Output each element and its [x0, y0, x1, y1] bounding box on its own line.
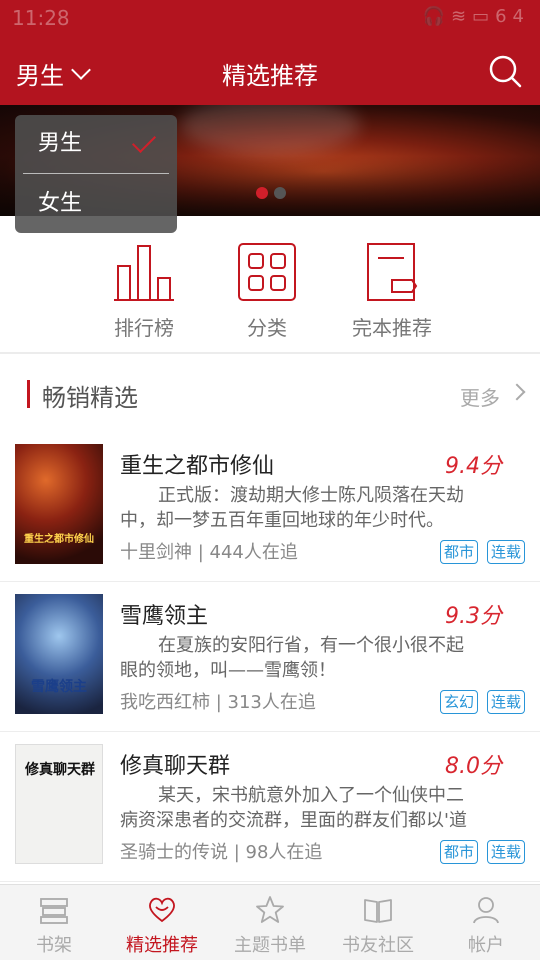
tab-label: 帐户	[468, 935, 504, 956]
open-book-icon	[364, 899, 392, 923]
top-bar: 11:28 🎧≋▭64 男生 精选推荐	[0, 0, 540, 105]
book-tag: 连载	[487, 690, 525, 714]
section-header: 畅销精选 更多	[0, 356, 540, 432]
battery-icon: ▭	[472, 6, 496, 27]
section-title: 畅销精选	[42, 384, 138, 412]
dropdown-option-label: 男生	[38, 131, 83, 156]
dropdown-option-male[interactable]: 男生	[15, 115, 177, 173]
book-title: 重生之都市修仙	[120, 454, 275, 479]
book-tag: 都市	[440, 840, 478, 864]
gender-dropdown: 男生 女生	[15, 115, 177, 233]
more-link[interactable]: 更多	[460, 382, 500, 411]
bookshelf-icon	[40, 898, 68, 924]
book-score: 9.3分	[445, 604, 502, 629]
completed-book-icon	[367, 243, 418, 301]
quick-nav-label: 排行榜	[114, 316, 174, 340]
check-icon	[131, 128, 157, 154]
book-score: 8.0分	[445, 754, 502, 779]
book-score: 9.4分	[445, 454, 502, 479]
carousel-dot	[274, 187, 286, 199]
book-cover: 雪鹰领主	[15, 594, 103, 714]
book-item[interactable]: 修真聊天群 修真聊天群 8.0分 某天，宋书航意外加入了一个仙侠中二病资深患者的…	[0, 732, 540, 882]
book-cover: 重生之都市修仙	[15, 444, 103, 564]
book-cover-title: 重生之都市修仙	[24, 534, 94, 545]
chevron-right-icon[interactable]	[508, 383, 526, 401]
battery-level: 64	[495, 6, 530, 27]
quick-nav-label: 分类	[247, 316, 287, 340]
dropdown-divider	[23, 173, 169, 174]
search-icon[interactable]	[488, 54, 522, 88]
status-time: 11:28	[12, 6, 70, 30]
tab-label: 书友社区	[342, 935, 414, 956]
dropdown-option-female[interactable]: 女生	[15, 175, 177, 233]
book-meta: 十里剑神 | 444人在追	[120, 542, 298, 563]
dropdown-option-label: 女生	[38, 191, 83, 216]
tab-featured[interactable]: 精选推荐	[108, 885, 216, 960]
page-title: 精选推荐	[222, 62, 318, 90]
quick-nav-label: 完本推荐	[352, 316, 432, 340]
book-meta: 我吃西红柿 | 313人在追	[120, 692, 316, 713]
carousel-indicator	[256, 187, 286, 199]
tab-label: 书架	[36, 935, 72, 956]
section-accent-bar	[27, 380, 30, 408]
book-description: 正式版：渡劫期大修士陈凡陨落在天劫中，却一梦五百年重回地球的年少时代。	[120, 485, 464, 531]
book-description: 某天，宋书航意外加入了一个仙侠中二病资深患者的交流群，里面的群友们都以'道	[120, 785, 467, 831]
book-cover: 修真聊天群	[15, 744, 103, 864]
star-icon	[256, 896, 284, 923]
book-description: 在夏族的安阳行省，有一个很小很不起眼的领地，叫——雪鹰领！	[120, 635, 464, 681]
category-icon	[238, 243, 296, 301]
bottom-nav: 书架 精选推荐 主题书单 书友社区 帐户	[0, 884, 540, 960]
book-meta: 圣骑士的传说 | 98人在追	[120, 842, 323, 863]
book-cover-title: 雪鹰领主	[31, 679, 87, 695]
heart-icon	[149, 897, 175, 923]
quick-nav-completed[interactable]: 完本推荐	[322, 216, 462, 354]
tab-community[interactable]: 书友社区	[324, 885, 432, 960]
book-item[interactable]: 雪鹰领主 雪鹰领主 9.3分 在夏族的安阳行省，有一个很小很不起眼的领地，叫——…	[0, 582, 540, 732]
book-title: 雪鹰领主	[120, 604, 209, 629]
user-icon	[473, 897, 499, 924]
book-item[interactable]: 重生之都市修仙 重生之都市修仙 9.4分 正式版：渡劫期大修士陈凡陨落在天劫中，…	[0, 432, 540, 582]
quick-nav-category[interactable]: 分类	[197, 216, 337, 354]
status-bar: 11:28 🎧≋▭64	[0, 0, 540, 38]
book-title: 修真聊天群	[120, 754, 231, 779]
status-icons: 🎧≋▭64	[423, 6, 530, 27]
book-tag: 连载	[487, 840, 525, 864]
app-header: 男生 精选推荐	[0, 38, 540, 105]
tab-label: 精选推荐	[126, 935, 198, 956]
wifi-icon: ≋	[450, 6, 473, 27]
ranking-icon	[114, 245, 174, 301]
headphone-icon: 🎧	[422, 6, 451, 27]
tab-label: 主题书单	[234, 935, 306, 956]
book-cover-title: 修真聊天群	[25, 762, 95, 778]
tab-bookshelf[interactable]: 书架	[0, 885, 108, 960]
quick-nav: 排行榜 分类 完本推荐	[0, 216, 540, 354]
carousel-dot	[256, 187, 268, 199]
quick-nav-ranking[interactable]: 排行榜	[74, 216, 214, 354]
book-tag: 都市	[440, 540, 478, 564]
banner-art	[180, 105, 360, 155]
tab-topics[interactable]: 主题书单	[216, 885, 324, 960]
tab-account[interactable]: 帐户	[432, 885, 540, 960]
book-tag: 连载	[487, 540, 525, 564]
book-tag: 玄幻	[440, 690, 478, 714]
